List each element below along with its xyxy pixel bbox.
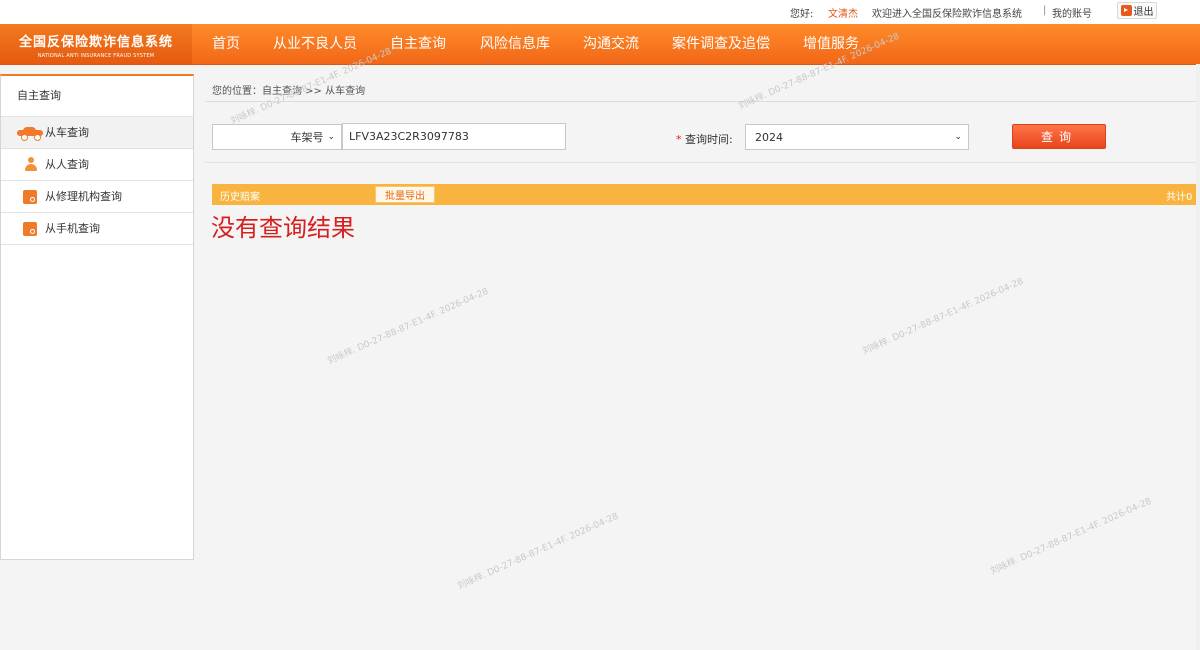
nav-case-investigation[interactable]: 案件调查及追偿	[672, 24, 770, 64]
watermark-text: 刘咏梓. D0-27-88-87-E1-4F. 2026-04-28	[326, 286, 491, 367]
query-time-value: 2024	[755, 130, 783, 144]
query-time-label-text: 查询时间:	[685, 133, 733, 146]
sidebar: 自主查询 从车查询 从人查询 从修理机构查询 从手机查询	[0, 74, 194, 560]
no-result-message: 没有查询结果	[211, 214, 355, 242]
sidebar-title: 自主查询	[17, 89, 61, 102]
total-count-label: 共计0	[1166, 192, 1193, 203]
topbar-separator: |	[1043, 5, 1047, 16]
page-scroll-edge	[1196, 64, 1200, 650]
sidebar-item-vehicle-query[interactable]: 从车查询	[1, 116, 193, 148]
repair-shop-icon	[23, 190, 37, 204]
query-button[interactable]: 查询	[1012, 124, 1106, 149]
search-type-value: 车架号	[290, 131, 324, 144]
query-time-select[interactable]: 2024 ⌄	[745, 124, 969, 150]
logout-icon	[1120, 5, 1132, 16]
phone-icon	[23, 222, 37, 236]
welcome-text: 欢迎进入全国反保险欺诈信息系统	[872, 9, 1022, 20]
vin-input[interactable]	[342, 123, 566, 150]
nav-home[interactable]: 首页	[212, 24, 240, 64]
sidebar-item-phone-query[interactable]: 从手机查询	[1, 212, 193, 245]
sidebar-item-label: 从手机查询	[45, 222, 100, 235]
search-divider	[205, 162, 1197, 163]
batch-export-button[interactable]: 批量导出	[375, 186, 435, 203]
my-account-link[interactable]: 我的账号	[1052, 5, 1092, 20]
sidebar-item-repair-shop-query[interactable]: 从修理机构查询	[1, 180, 193, 212]
watermark-text: 刘咏梓. D0-27-88-87-E1-4F. 2026-04-28	[861, 276, 1026, 357]
person-icon	[24, 157, 38, 171]
logout-label: 退出	[1133, 7, 1154, 18]
chevron-down-icon: ⌄	[954, 132, 962, 142]
top-user-bar: 您好: 文清杰 欢迎进入全国反保险欺诈信息系统 | 我的账号 退出	[0, 0, 1200, 24]
search-type-select[interactable]: 车架号 ⌄	[212, 124, 342, 150]
nav-self-query[interactable]: 自主查询	[390, 24, 446, 64]
greeting-label: 您好:	[790, 9, 814, 20]
required-marker: *	[676, 133, 682, 146]
main-nav: 全国反保险欺诈信息系统 NATIONAL ANTI INSURANCE FRAU…	[0, 24, 1200, 65]
username-link[interactable]: 文清杰	[828, 5, 858, 20]
brand-name-cn: 全国反保险欺诈信息系统	[18, 35, 173, 50]
car-icon	[17, 127, 43, 141]
nav-value-added-services[interactable]: 增值服务	[803, 24, 859, 64]
query-time-label: * 查询时间:	[676, 131, 733, 147]
history-claims-bar: 历史赔案 批量导出 共计0	[212, 184, 1200, 205]
nav-communication[interactable]: 沟通交流	[583, 24, 639, 64]
brand-logo[interactable]: 全国反保险欺诈信息系统 NATIONAL ANTI INSURANCE FRAU…	[0, 24, 192, 64]
history-claims-label: 历史赔案	[220, 192, 260, 203]
sidebar-item-person-query[interactable]: 从人查询	[1, 148, 193, 180]
breadcrumb: 您的位置：自主查询 >> 从车查询	[212, 86, 366, 97]
nav-risk-database[interactable]: 风险信息库	[480, 24, 550, 64]
breadcrumb-divider	[205, 101, 1197, 102]
sidebar-item-label: 从人查询	[45, 158, 89, 171]
logout-button[interactable]: 退出	[1117, 2, 1157, 19]
watermark-text: 刘咏梓. D0-27-88-87-E1-4F. 2026-04-28	[989, 496, 1154, 577]
brand-name-en: NATIONAL ANTI INSURANCE FRAUD SYSTEM	[37, 53, 155, 59]
watermark-text: 刘咏梓. D0-27-88-87-E1-4F. 2026-04-28	[456, 511, 621, 592]
sidebar-item-label: 从车查询	[45, 126, 89, 139]
sidebar-item-label: 从修理机构查询	[45, 190, 122, 203]
nav-bad-practitioners[interactable]: 从业不良人员	[273, 24, 357, 64]
chevron-down-icon: ⌄	[327, 132, 335, 142]
